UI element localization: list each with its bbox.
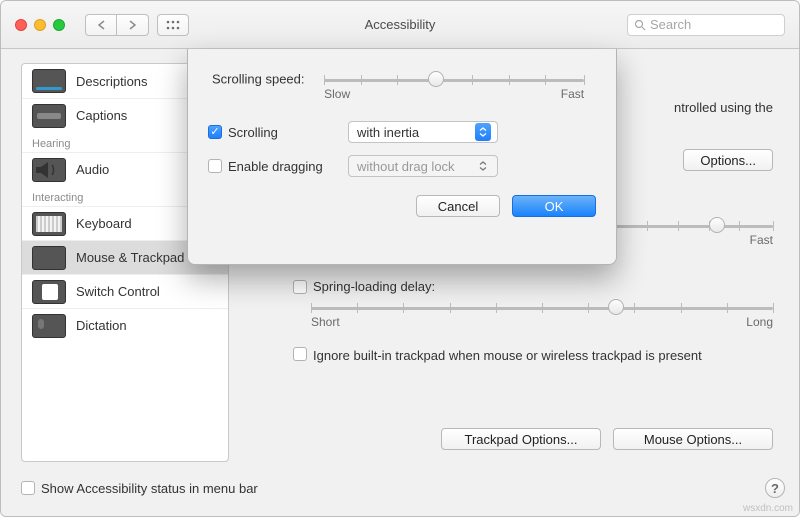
slider-fast-label: Fast: [750, 233, 773, 247]
search-placeholder: Search: [650, 17, 691, 32]
spring-loading-label: Spring-loading delay:: [313, 279, 435, 294]
spring-loading-checkbox[interactable]: [293, 280, 307, 294]
sidebar-item-label: Dictation: [76, 318, 127, 333]
trackpad-options-sheet: Scrolling speed: Slow Fast Scrolling wit…: [187, 49, 617, 265]
slider-thumb[interactable]: [608, 299, 624, 315]
sidebar-item-label: Descriptions: [76, 74, 148, 89]
options-buttons-row: Trackpad Options... Mouse Options...: [441, 428, 773, 450]
ignore-trackpad-checkbox[interactable]: [293, 347, 307, 361]
sidebar-item-label: Keyboard: [76, 216, 132, 231]
obscured-text: ntrolled using the: [674, 99, 773, 117]
back-button[interactable]: [85, 14, 117, 36]
titlebar: Accessibility Search: [1, 1, 799, 49]
sidebar-item-label: Mouse & Trackpad: [76, 250, 184, 265]
search-field[interactable]: Search: [627, 14, 785, 36]
slider-thumb[interactable]: [709, 217, 725, 233]
popup-arrows-icon: [475, 157, 491, 175]
forward-button[interactable]: [117, 14, 149, 36]
sidebar-item-dictation[interactable]: Dictation: [22, 308, 228, 342]
keyboard-icon: [32, 212, 66, 236]
search-icon: [634, 19, 646, 31]
enable-dragging-checkbox[interactable]: [208, 159, 222, 173]
chevron-left-icon: [97, 20, 106, 30]
switch-control-icon: [32, 280, 66, 304]
enable-dragging-label: Enable dragging: [228, 159, 323, 174]
slider-long-label: Long: [746, 315, 773, 329]
zoom-window-button[interactable]: [53, 19, 65, 31]
nav-back-forward: [85, 14, 149, 36]
scrolling-mode-value: with inertia: [357, 125, 419, 140]
dictation-icon: [32, 314, 66, 338]
show-all-button[interactable]: [157, 14, 189, 36]
slider-short-label: Short: [311, 315, 340, 329]
scrolling-mode-popup[interactable]: with inertia: [348, 121, 498, 143]
cancel-button[interactable]: Cancel: [416, 195, 500, 217]
show-status-label: Show Accessibility status in menu bar: [41, 481, 258, 496]
ok-button[interactable]: OK: [512, 195, 596, 217]
options-button[interactable]: Options...: [683, 149, 773, 171]
dragging-row: Enable dragging without drag lock: [208, 155, 596, 177]
scrolling-row: Scrolling with inertia: [208, 121, 596, 143]
sidebar-item-label: Captions: [76, 108, 127, 123]
slider-slow-label: Slow: [324, 87, 350, 101]
accessibility-window: Accessibility Search Descriptions Captio…: [0, 0, 800, 517]
traffic-lights: [15, 19, 65, 31]
scrolling-label: Scrolling: [228, 125, 278, 140]
slider-thumb[interactable]: [428, 71, 444, 87]
help-button[interactable]: ?: [765, 478, 785, 498]
show-status-checkbox[interactable]: [21, 481, 35, 495]
sidebar-item-label: Audio: [76, 162, 109, 177]
sidebar-item-label: Switch Control: [76, 284, 160, 299]
trackpad-options-button[interactable]: Trackpad Options...: [441, 428, 601, 450]
spring-loading-slider[interactable]: Short Long: [311, 293, 773, 323]
watermark: wsxdn.com: [743, 503, 793, 514]
footer: Show Accessibility status in menu bar ?: [21, 474, 785, 502]
ignore-trackpad-row: Ignore built-in trackpad when mouse or w…: [293, 347, 773, 365]
ignore-trackpad-label: Ignore built-in trackpad when mouse or w…: [313, 347, 702, 365]
popup-arrows-icon: [475, 123, 491, 141]
descriptions-icon: [32, 69, 66, 93]
dragging-mode-popup: without drag lock: [348, 155, 498, 177]
sidebar-item-switch-control[interactable]: Switch Control: [22, 274, 228, 308]
close-window-button[interactable]: [15, 19, 27, 31]
chevron-right-icon: [128, 20, 137, 30]
sheet-actions: Cancel OK: [208, 195, 596, 217]
captions-icon: [32, 104, 66, 128]
slider-fast-label: Fast: [561, 87, 584, 101]
audio-icon: [32, 158, 66, 182]
grid-icon: [166, 20, 180, 30]
mouse-icon: [32, 246, 66, 270]
minimize-window-button[interactable]: [34, 19, 46, 31]
scrolling-checkbox[interactable]: [208, 125, 222, 139]
scrolling-speed-label: Scrolling speed:: [212, 71, 305, 86]
mouse-options-button[interactable]: Mouse Options...: [613, 428, 773, 450]
scrolling-speed-slider[interactable]: Slow Fast: [324, 65, 584, 95]
spring-loading-row: Spring-loading delay:: [293, 279, 435, 294]
scrolling-speed-row: Scrolling speed: Slow Fast: [212, 65, 596, 109]
dragging-mode-value: without drag lock: [357, 159, 455, 174]
